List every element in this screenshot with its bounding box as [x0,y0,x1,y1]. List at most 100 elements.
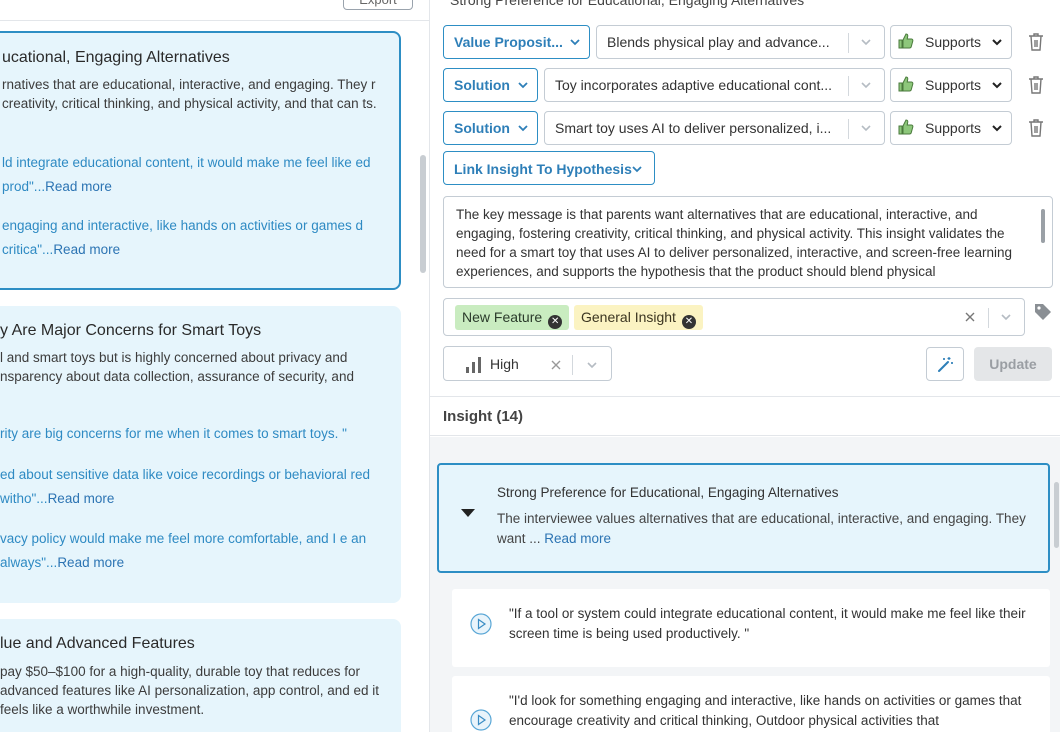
left-toolbar: Export [0,0,429,21]
quote-item: "If a tool or system could integrate edu… [452,589,1050,667]
card-quote: vacy policy would make me feel more comf… [0,527,390,575]
insight-count-label: Insight (14) [443,408,524,425]
insight-list: Strong Preference for Educational, Engag… [430,437,1060,732]
collapse-caret-icon[interactable] [461,509,475,517]
priority-select[interactable]: High [443,346,612,381]
chevron-down-icon [992,82,1002,89]
tags-select[interactable]: New Feature ✕ General Insight ✕ [443,298,1025,336]
trash-icon[interactable] [1027,118,1045,138]
card-quote: ld integrate educational content, it wou… [2,151,392,199]
chevron-down-icon [587,362,597,369]
link-button-label: Link Insight To Hypothesis [454,161,632,177]
textarea-scrollbar[interactable] [1041,209,1045,243]
relation-value: Supports [925,77,982,93]
linked-item-select[interactable]: Smart toy uses AI to deliver personalize… [544,111,885,145]
left-scrollbar[interactable] [420,155,426,273]
description-text: The key message is that parents want alt… [456,207,1013,279]
relation-select[interactable]: Supports [890,25,1012,59]
chevron-down-icon [861,39,871,46]
quote-text: rity are big concerns for me when it com… [0,426,347,441]
relation-value: Supports [925,120,982,136]
clear-icon[interactable] [550,359,562,371]
tag-label: General Insight [581,309,676,325]
link-insight-to-hypothesis-button[interactable]: Link Insight To Hypothesis [443,151,655,185]
insight-card[interactable]: y Are Major Concerns for Smart Toys l an… [0,306,401,603]
magic-wand-icon [938,357,953,372]
trash-icon[interactable] [1027,75,1045,95]
chevron-down-icon [992,125,1002,132]
link-type-select[interactable]: Value Proposit... [443,25,590,59]
linked-item-value: Toy incorporates adaptive educational co… [555,77,833,93]
card-summary: pay $50–$100 for a high-quality, durable… [0,664,379,717]
link-type-select[interactable]: Solution [443,111,538,145]
quote-item: "I'd look for something engaging and int… [452,676,1050,732]
select-separator [848,76,849,96]
remove-tag-icon[interactable]: ✕ [681,315,696,329]
insight-description-textarea[interactable]: The key message is that parents want alt… [443,196,1053,288]
relation-select[interactable]: Supports [890,68,1012,102]
relation-value: Supports [925,34,982,50]
quote-text: "If a tool or system could integrate edu… [509,606,1026,641]
chevron-down-icon [861,125,871,132]
remove-tag-icon[interactable]: ✕ [548,315,563,329]
card-summary: l and smart toys but is highly concerned… [0,350,354,384]
read-more-link[interactable]: Read more [48,491,115,506]
read-more-link[interactable]: Read more [57,555,124,570]
read-more-link[interactable]: Read more [45,179,112,194]
insight-row-expanded[interactable]: Strong Preference for Educational, Engag… [437,463,1050,573]
thumbs-up-icon [898,33,914,49]
chevron-down-icon [632,166,642,173]
tag-chip-new-feature: New Feature ✕ [455,305,569,330]
select-separator [848,33,849,53]
insight-section-header: Insight (14) [430,396,1060,436]
chevron-down-icon [518,82,528,89]
card-title: y Are Major Concerns for Smart Toys [0,322,262,339]
relation-select[interactable]: Supports [890,111,1012,145]
link-type-value: Value Proposit... [454,34,563,50]
insight-card[interactable]: lue and Advanced Features pay $50–$100 f… [0,619,401,732]
quote-text: "I'd look for something engaging and int… [509,693,1022,728]
linked-item-select[interactable]: Blends physical play and advance... [596,25,885,59]
thumbs-up-icon [898,119,914,135]
priority-value: High [490,356,519,372]
insight-detail-panel: Strong Preference for Educational, Engag… [430,0,1060,732]
read-more-link[interactable]: Read more [544,531,611,546]
right-scrollbar[interactable] [1054,482,1059,548]
chevron-down-icon [992,39,1002,46]
card-summary: rnatives that are educational, interacti… [2,77,377,111]
play-icon[interactable] [470,709,492,731]
clear-icon[interactable] [964,311,976,323]
link-type-value: Solution [454,120,510,136]
signal-bars-icon [466,357,481,373]
insight-card-selected[interactable]: ucational, Engaging Alternatives rnative… [0,31,401,290]
card-title: lue and Advanced Features [0,635,195,652]
chevron-down-icon[interactable] [999,310,1013,324]
tag-icon[interactable] [1033,302,1053,322]
trash-icon[interactable] [1027,32,1045,52]
link-type-value: Solution [454,77,510,93]
chevron-down-icon [518,125,528,132]
chevron-down-icon [570,39,580,46]
insight-row-title: Strong Preference for Educational, Engag… [497,485,839,500]
tag-chip-general-insight: General Insight ✕ [574,305,703,330]
insights-list-panel: Export ucational, Engaging Alternatives … [0,0,430,732]
quote-text: vacy policy would make me feel more comf… [0,531,367,570]
select-separator [572,355,573,375]
card-quote: ed about sensitive data like voice recor… [0,463,390,511]
update-button[interactable]: Update [974,347,1052,381]
linked-item-value: Blends physical play and advance... [607,34,830,50]
export-button[interactable]: Export [343,0,413,10]
card-quote: rity are big concerns for me when it com… [0,422,390,446]
read-more-link[interactable]: Read more [53,242,120,257]
insight-title: Strong Preference for Educational, Engag… [450,0,805,8]
thumbs-up-icon [898,76,914,92]
ai-generate-button[interactable] [926,347,964,381]
linked-item-value: Smart toy uses AI to deliver personalize… [555,120,832,136]
tag-label: New Feature [462,309,543,325]
link-type-select[interactable]: Solution [443,68,538,102]
select-separator [988,308,989,328]
card-quote: engaging and interactive, like hands on … [2,214,392,262]
play-icon[interactable] [470,613,492,635]
linked-item-select[interactable]: Toy incorporates adaptive educational co… [544,68,885,102]
chevron-down-icon [861,82,871,89]
